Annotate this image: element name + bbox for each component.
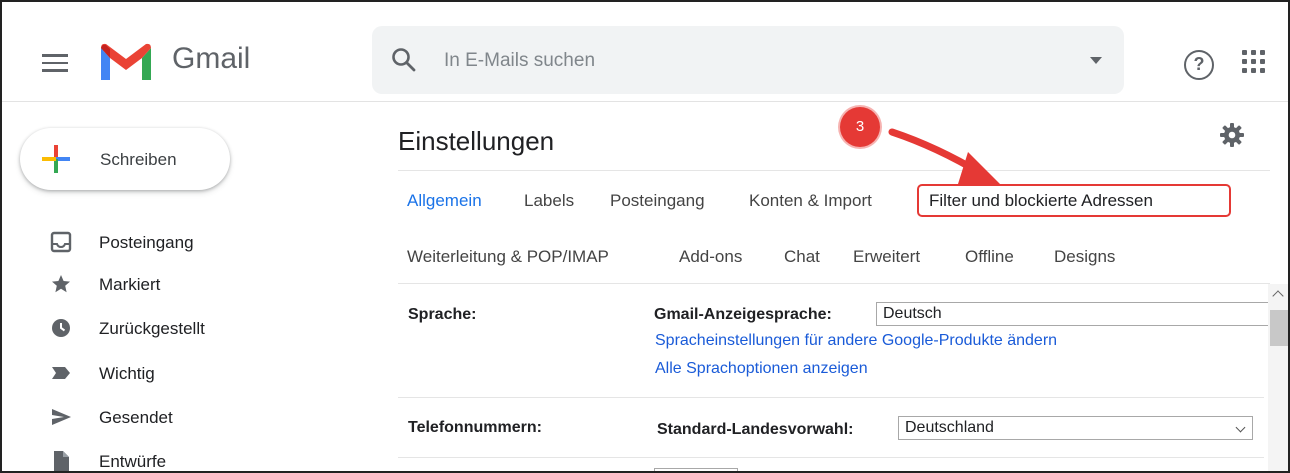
sidebar-item-sent[interactable]: Gesendet (2, 402, 372, 436)
sidebar-item-label: Zurückgestellt (99, 319, 205, 338)
search-options-dropdown-icon[interactable] (1090, 57, 1102, 64)
sidebar-item-inbox[interactable]: Posteingang (2, 227, 372, 261)
compose-button[interactable]: Schreiben (20, 128, 230, 190)
step-number-badge: 3 (840, 107, 880, 147)
sidebar-item-label: Wichtig (99, 364, 155, 383)
sidebar-item-snoozed[interactable]: Zurückgestellt (2, 313, 372, 347)
default-country-code-value: Deutschland (905, 419, 994, 436)
tab-labels[interactable]: Labels (524, 191, 574, 211)
divider (398, 283, 1270, 284)
tab-advanced[interactable]: Erweitert (853, 247, 920, 267)
compose-label: Schreiben (100, 150, 177, 169)
sidebar-item-important[interactable]: Wichtig (2, 358, 372, 392)
default-country-code-select[interactable]: Deutschland (898, 416, 1253, 440)
hamburger-menu-icon[interactable] (42, 54, 68, 74)
important-icon (52, 367, 70, 379)
display-language-select[interactable]: Deutsch (876, 302, 1276, 326)
gear-icon[interactable] (1219, 122, 1245, 148)
inbox-icon (50, 231, 72, 253)
tab-addons[interactable]: Add-ons (679, 247, 742, 267)
gmail-window: Gmail In E-Mails suchen ? Schreiben Post… (0, 0, 1290, 473)
apps-grid-icon[interactable] (1242, 50, 1266, 74)
search-bar[interactable]: In E-Mails suchen (372, 26, 1124, 94)
send-icon (52, 409, 71, 425)
display-language-label: Gmail-Anzeigesprache: (654, 306, 832, 323)
annotation-arrow-icon (888, 128, 1000, 184)
sidebar-item-label: Posteingang (99, 233, 194, 252)
tab-inbox[interactable]: Posteingang (610, 191, 705, 211)
clock-icon (52, 319, 70, 337)
tab-general[interactable]: Allgemein (407, 191, 482, 211)
divider (398, 397, 1264, 398)
divider (398, 170, 1270, 171)
page-title: Einstellungen (398, 126, 555, 156)
help-icon[interactable]: ? (1184, 50, 1214, 80)
tab-forwarding-pop-imap[interactable]: Weiterleitung & POP/IMAP (407, 247, 609, 267)
gmail-logo-icon[interactable] (99, 42, 153, 82)
search-icon[interactable] (390, 46, 418, 74)
sidebar-item-label: Entwürfe (99, 452, 167, 471)
google-products-language-link[interactable]: Spracheinstellungen für andere Google-Pr… (655, 332, 1057, 350)
tab-themes[interactable]: Designs (1054, 247, 1115, 267)
settings-scrollbar[interactable] (1268, 284, 1288, 471)
divider (398, 457, 1264, 458)
search-input[interactable]: In E-Mails suchen (444, 50, 1044, 72)
default-country-code-label: Standard-Landesvorwahl: (657, 421, 854, 438)
display-language-value: Deutsch (883, 305, 942, 322)
sidebar-item-label: Markiert (99, 275, 161, 294)
app-name: Gmail (172, 42, 251, 75)
scrollbar-thumb[interactable] (1270, 310, 1288, 346)
tab-offline[interactable]: Offline (965, 247, 1014, 267)
sidebar-item-drafts[interactable]: Entwürfe (2, 446, 372, 471)
all-language-options-link[interactable]: Alle Sprachoptionen anzeigen (655, 360, 868, 378)
sidebar-item-label: Gesendet (99, 408, 173, 427)
chevron-down-icon (1235, 422, 1246, 433)
scroll-up-icon[interactable] (1272, 290, 1284, 302)
compose-plus-icon (42, 145, 70, 173)
star-icon (52, 275, 70, 293)
draft-icon (54, 451, 69, 471)
sidebar-item-starred[interactable]: Markiert (2, 269, 372, 303)
phone-setting-label: Telefonnummern: (408, 419, 542, 436)
tab-accounts-import[interactable]: Konten & Import (749, 191, 872, 211)
partial-input-field[interactable] (654, 468, 738, 471)
top-bar: Gmail In E-Mails suchen ? (2, 2, 1288, 102)
tab-chat[interactable]: Chat (784, 247, 820, 267)
language-setting-label: Sprache: (408, 306, 477, 323)
